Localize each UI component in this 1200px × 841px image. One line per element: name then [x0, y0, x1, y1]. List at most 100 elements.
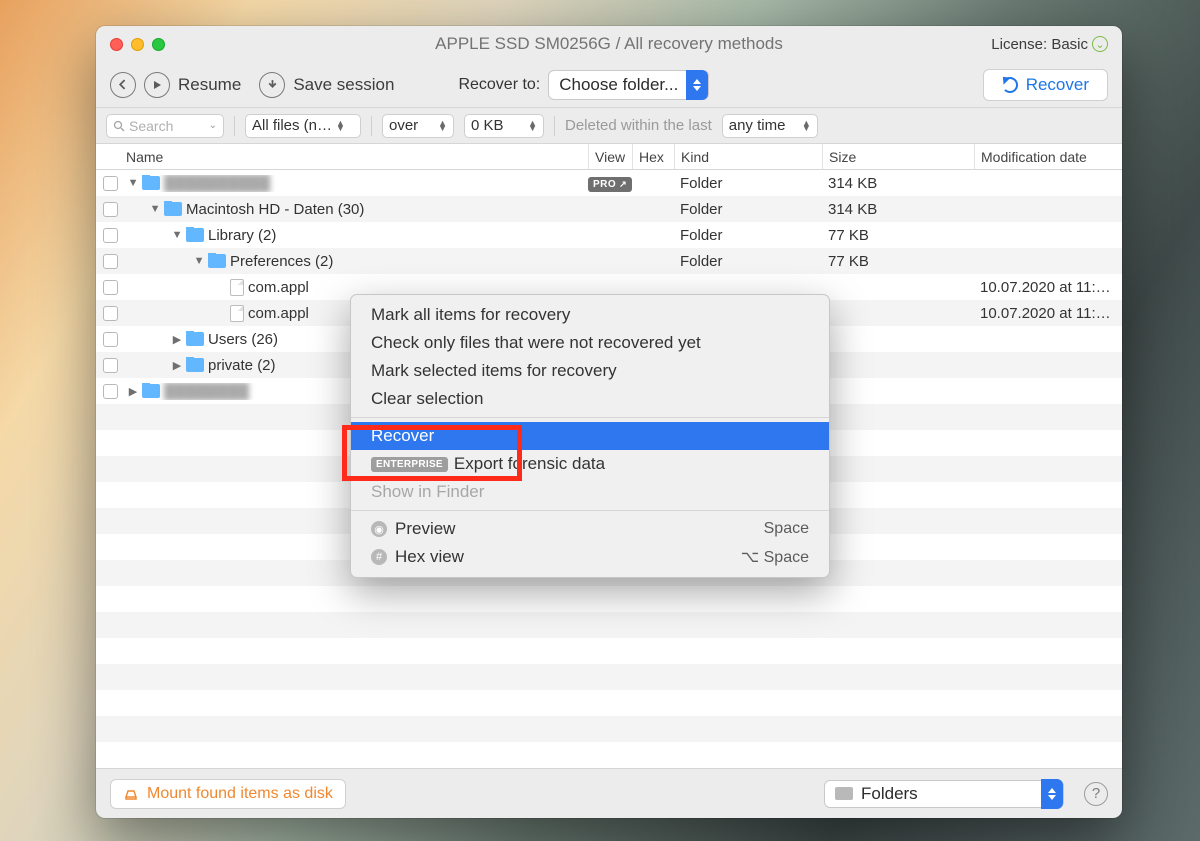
separator [351, 417, 829, 418]
row-name: com.appl [248, 279, 309, 296]
mount-items-button[interactable]: Mount found items as disk [110, 779, 346, 809]
row-kind: Folder [674, 175, 822, 192]
ctx-clear-selection[interactable]: Clear selection [351, 385, 829, 413]
back-button[interactable] [110, 72, 136, 98]
titlebar: APPLE SSD SM0256G / All recovery methods… [96, 26, 1122, 62]
row-size: 77 KB [822, 227, 974, 244]
header-size[interactable]: Size [822, 144, 974, 169]
license-label: License: Basic [991, 36, 1088, 53]
folder-icon [835, 787, 853, 800]
disclosure-triangle[interactable]: ▼ [172, 229, 182, 241]
shortcut-label: ⌥ Space [741, 547, 809, 567]
table-row[interactable]: ▼ Macintosh HD - Daten (30) Folder314 KB [96, 196, 1122, 222]
chevron-down-icon: ⌄ [1092, 36, 1108, 52]
search-icon [113, 120, 125, 132]
recover-button[interactable]: Recover [983, 69, 1108, 101]
header-hex[interactable]: Hex [632, 144, 674, 169]
row-kind: Folder [674, 253, 822, 270]
over-filter[interactable]: over▲▼ [382, 114, 454, 138]
folder-icon [208, 254, 226, 268]
header-view[interactable]: View [588, 144, 632, 169]
column-headers: Name View Hex Kind Size Modification dat… [96, 144, 1122, 170]
folder-icon [186, 228, 204, 242]
traffic-lights [110, 38, 165, 51]
disclosure-triangle[interactable]: ▶ [172, 359, 182, 372]
row-checkbox[interactable] [103, 306, 118, 321]
search-input[interactable]: Search ⌄ [106, 114, 224, 138]
row-checkbox[interactable] [103, 358, 118, 373]
zoom-window-button[interactable] [152, 38, 165, 51]
folder-icon [186, 332, 204, 346]
header-kind[interactable]: Kind [674, 144, 822, 169]
row-modification: 10.07.2020 at 11:… [974, 305, 1122, 322]
row-checkbox[interactable] [103, 176, 118, 191]
row-checkbox[interactable] [103, 384, 118, 399]
ctx-mark-all[interactable]: Mark all items for recovery [351, 301, 829, 329]
search-placeholder: Search [129, 118, 173, 134]
row-name: private (2) [208, 357, 276, 374]
size-filter[interactable]: 0 KB▲▼ [464, 114, 544, 138]
row-size: 77 KB [822, 253, 974, 270]
play-resume-icon[interactable] [144, 72, 170, 98]
resume-label[interactable]: Resume [178, 75, 241, 95]
ctx-show-in-finder: Show in Finder [351, 478, 829, 506]
disclosure-triangle[interactable]: ▶ [172, 333, 182, 346]
hash-icon: # [371, 549, 387, 565]
choose-folder-value: Choose folder... [559, 75, 678, 95]
updown-icon: ▲▼ [336, 121, 345, 131]
table-row[interactable]: ▼██████████PROFolder314 KB [96, 170, 1122, 196]
close-window-button[interactable] [110, 38, 123, 51]
header-name[interactable]: Name [124, 149, 588, 165]
disclosure-triangle[interactable]: ▼ [150, 203, 160, 215]
disclosure-triangle[interactable]: ▶ [128, 385, 138, 398]
row-name: ████████ [164, 383, 249, 400]
disclosure-triangle[interactable]: ▼ [194, 255, 204, 267]
header-modification[interactable]: Modification date [974, 144, 1122, 169]
chevron-down-icon: ⌄ [209, 120, 217, 131]
row-checkbox[interactable] [103, 280, 118, 295]
license-indicator[interactable]: License: Basic ⌄ [991, 36, 1108, 53]
row-size: 314 KB [822, 175, 974, 192]
ctx-check-not-recovered[interactable]: Check only files that were not recovered… [351, 329, 829, 357]
row-name: com.appl [248, 305, 309, 322]
filter-bar: Search ⌄ All files (n…▲▼ over▲▼ 0 KB▲▼ D… [96, 108, 1122, 144]
eye-icon: ◉ [371, 521, 387, 537]
choose-folder-dropdown[interactable]: Choose folder... [548, 70, 709, 100]
table-row[interactable]: ▼Preferences (2)Folder77 KB [96, 248, 1122, 274]
table-row[interactable]: ▼Library (2)Folder77 KB [96, 222, 1122, 248]
row-checkbox[interactable] [103, 228, 118, 243]
view-mode-dropdown[interactable]: Folders [824, 780, 1064, 808]
dropdown-knob-icon [686, 70, 708, 100]
footer: Mount found items as disk Folders ? [96, 768, 1122, 818]
recover-icon [1002, 77, 1018, 93]
separator [351, 510, 829, 511]
minimize-window-button[interactable] [131, 38, 144, 51]
download-icon[interactable] [259, 72, 285, 98]
time-filter[interactable]: any time▲▼ [722, 114, 818, 138]
ctx-recover[interactable]: Recover [351, 422, 829, 450]
ctx-hex-view[interactable]: #Hex view⌥ Space [351, 543, 829, 571]
ctx-mark-selected[interactable]: Mark selected items for recovery [351, 357, 829, 385]
row-checkbox[interactable] [103, 202, 118, 217]
folder-icon [142, 384, 160, 398]
ctx-preview[interactable]: ◉PreviewSpace [351, 515, 829, 543]
row-checkbox[interactable] [103, 254, 118, 269]
help-button[interactable]: ? [1084, 782, 1108, 806]
file-type-filter[interactable]: All files (n…▲▼ [245, 114, 361, 138]
window-title: APPLE SSD SM0256G / All recovery methods [96, 34, 1122, 54]
row-size: 314 KB [822, 201, 974, 218]
separator [371, 116, 372, 136]
context-menu: Mark all items for recovery Check only f… [350, 294, 830, 578]
save-session-label[interactable]: Save session [293, 75, 394, 95]
row-kind: Folder [674, 201, 822, 218]
ctx-export-forensic[interactable]: ENTERPRISEExport forensic data [351, 450, 829, 478]
separator [554, 116, 555, 136]
separator [234, 116, 235, 136]
file-icon [230, 279, 244, 296]
file-icon [230, 305, 244, 322]
row-kind: Folder [674, 227, 822, 244]
row-name: Macintosh HD - Daten (30) [186, 201, 364, 218]
enterprise-badge: ENTERPRISE [371, 457, 448, 472]
disclosure-triangle[interactable]: ▼ [128, 177, 138, 189]
row-checkbox[interactable] [103, 332, 118, 347]
